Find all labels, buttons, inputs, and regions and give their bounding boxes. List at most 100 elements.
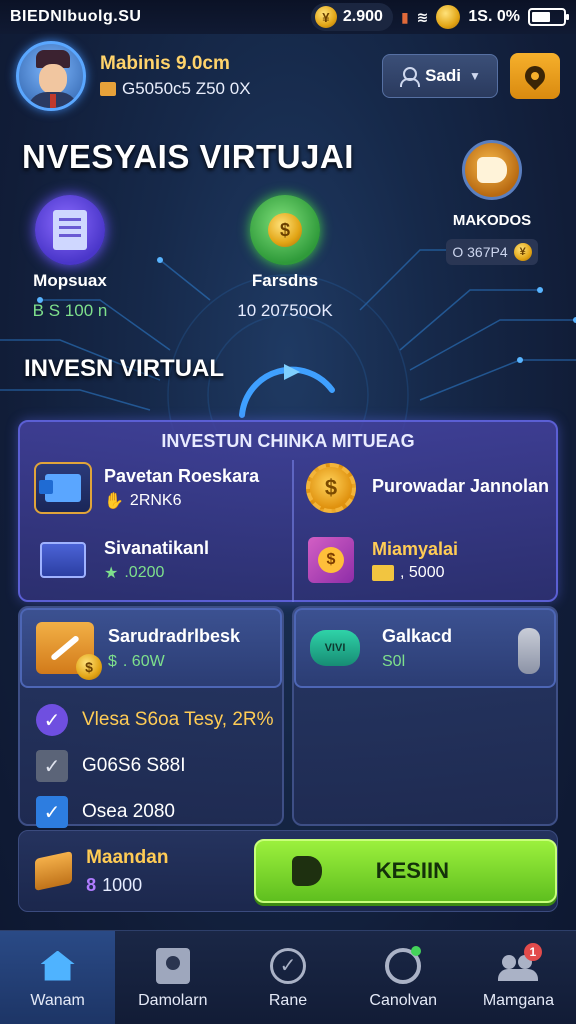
signal-icon: ▮: [400, 8, 409, 25]
nav-label: Canolvan: [369, 991, 438, 1009]
profile-subtitle-row: G5050c5 Z50 0X: [100, 79, 382, 99]
kesiin-button[interactable]: KESIIN: [253, 839, 557, 903]
checklist-item-1[interactable]: ✓ Vlesa S6oa Tesy, 2R%: [36, 704, 274, 736]
invest-item-amount: 2RNK6: [129, 491, 182, 509]
stat-value-pill: O 367P4 ¥: [446, 239, 538, 265]
page-title: NVESYAIS VIRTUJAI: [22, 138, 354, 175]
battery-level: [532, 12, 550, 22]
stat-card-3[interactable]: MAKODOS O 367P4 ¥: [428, 140, 556, 265]
carrier-name: BIEDNIbuolg.SU: [10, 8, 142, 25]
notification-badge: 1: [523, 943, 542, 961]
invest-item-amount: .0200: [124, 563, 165, 581]
nav-item-wanam[interactable]: Wanam: [0, 931, 116, 1024]
check-box-icon: ✓: [36, 750, 68, 782]
invest-item-3[interactable]: Sivanatikanl ★ .0200: [34, 534, 209, 586]
card-amount: . 60W: [122, 652, 165, 670]
bottom-nav: Wanam Damolarn ✓ Rane Canolvan 1 Mamgana: [0, 930, 576, 1024]
location-button[interactable]: [510, 53, 560, 99]
invest-item-amount-row: , 5000: [372, 564, 458, 582]
balance-pill: ¥ 2.900: [310, 3, 393, 31]
folder-icon: [34, 534, 92, 586]
stat-card-2[interactable]: $ Farsdns 10 20750OK: [230, 195, 340, 321]
card-sarudradrlbesk[interactable]: $ Sarudradrlbesk $ . 60W: [20, 608, 282, 688]
check-icon: ✓: [270, 947, 306, 984]
nav-item-mamgana[interactable]: 1 Mamgana: [461, 931, 576, 1024]
battery-percent: 1S. 0%: [468, 8, 520, 25]
invest-item-title: Pavetan Roeskara: [104, 465, 260, 486]
invest-item-4[interactable]: $ Miamyalai , 5000: [302, 534, 458, 586]
money-icon: $: [108, 652, 117, 670]
card-title: Galkacd: [382, 625, 453, 646]
panel-divider: [292, 460, 294, 602]
reward-symbol: 8: [86, 874, 97, 895]
profile-header: Mabinis 9.0cm G5050c5 Z50 0X Sadi ▼: [16, 40, 560, 112]
invest-item-2[interactable]: $ Purowadar Jannolan: [302, 462, 549, 514]
invest-panel-title: INVESTUN CHINKA MITUEAG: [161, 430, 415, 451]
nav-label: Rane: [268, 991, 308, 1009]
reward-title: Maandan: [86, 846, 169, 868]
invest-panel: INVESTUN CHINKA MITUEAG Pavetan Roeskara…: [18, 420, 558, 602]
nav-item-damolarn[interactable]: Damolarn: [115, 931, 230, 1024]
stat-value: 10 20750OK: [237, 301, 333, 320]
coin-icon: ¥: [513, 243, 532, 261]
invest-item-title: Miamyalai: [372, 538, 459, 559]
location-pin-icon: [520, 61, 550, 91]
tool-coin-icon: $: [36, 622, 102, 680]
wallet-icon: [100, 82, 116, 96]
document-magnifier-icon: [35, 195, 105, 265]
stat-label: Farsdns: [251, 271, 319, 290]
stat-card-1[interactable]: Mopsuax B S 100 n: [22, 195, 118, 321]
balance-value: 2.900: [342, 8, 383, 25]
kesiin-button-label: KESIIN: [375, 858, 450, 883]
scroll-handle[interactable]: [518, 628, 540, 674]
nav-label: Wanam: [30, 991, 85, 1009]
hand-pointer-icon: [291, 856, 322, 886]
home-icon: [40, 950, 75, 981]
section-title: INVESN VIRTUAL: [24, 355, 225, 382]
hand-icon: ✋: [104, 492, 124, 510]
badge-icon: VIVI: [310, 630, 360, 666]
coin-icon: ¥: [314, 6, 337, 28]
chart-screen-icon: [34, 462, 92, 514]
stat-value: O 367P4: [452, 244, 508, 260]
checklist-item-2[interactable]: ✓ G06S6 S88I: [36, 750, 186, 782]
gold-bar-icon: [35, 851, 73, 891]
sparkle-icon: ★: [104, 564, 119, 582]
invest-item-amount-row: ★ .0200: [104, 563, 209, 583]
user-menu-button[interactable]: Sadi ▼: [382, 54, 498, 98]
nav-item-rane[interactable]: ✓ Rane: [230, 931, 345, 1024]
wifi-icon: ≋: [416, 8, 429, 25]
check-box-icon: ✓: [36, 796, 68, 828]
reward-amount: 1000: [102, 874, 143, 895]
status-icons: ▮ ≋: [400, 5, 461, 29]
check-circle-icon: ✓: [36, 704, 68, 736]
profile-info: Mabinis 9.0cm G5050c5 Z50 0X: [100, 53, 382, 99]
envelope-icon: [372, 564, 394, 581]
checklist-label: Osea 2080: [82, 801, 175, 822]
status-bar: BIEDNIbuolg.SU ¥ 2.900 ▮ ≋ 1S. 0%: [0, 0, 576, 34]
checklist-item-3[interactable]: ✓ Osea 2080: [36, 796, 175, 828]
checklist-label: Vlesa S6oa Tesy, 2R%: [82, 709, 274, 730]
invest-item-amount-row: ✋ 2RNK6: [104, 491, 259, 511]
card-galkacd[interactable]: VIVI Galkacd S0l: [294, 608, 556, 688]
hand-coin-icon: [462, 140, 522, 200]
battery-icon: [528, 8, 569, 26]
card-title: Sarudradrlbesk: [108, 625, 241, 646]
nav-label: Mamgana: [482, 991, 554, 1009]
invest-item-amount: , 5000: [400, 563, 445, 581]
avatar[interactable]: [16, 41, 86, 111]
chat-icon: [385, 945, 422, 984]
profile-name: Mabinis 9.0cm: [100, 53, 230, 74]
nav-item-canolvan[interactable]: Canolvan: [346, 931, 461, 1024]
card-amount-row: $ . 60W: [108, 653, 240, 671]
stat-label: MAKODOS: [452, 212, 532, 229]
user-icon: [399, 67, 421, 87]
chevron-down-icon: ▼: [469, 69, 481, 83]
checklist-label: G06S6 S88I: [82, 755, 186, 776]
card-amount: S0l: [382, 652, 406, 670]
user-menu-label: Sadi: [425, 66, 461, 85]
invest-item-1[interactable]: Pavetan Roeskara ✋ 2RNK6: [34, 462, 259, 514]
stat-value: B S 100 n: [32, 301, 108, 320]
gear-coin-icon: $: [302, 462, 360, 514]
nav-label: Damolarn: [138, 991, 208, 1009]
